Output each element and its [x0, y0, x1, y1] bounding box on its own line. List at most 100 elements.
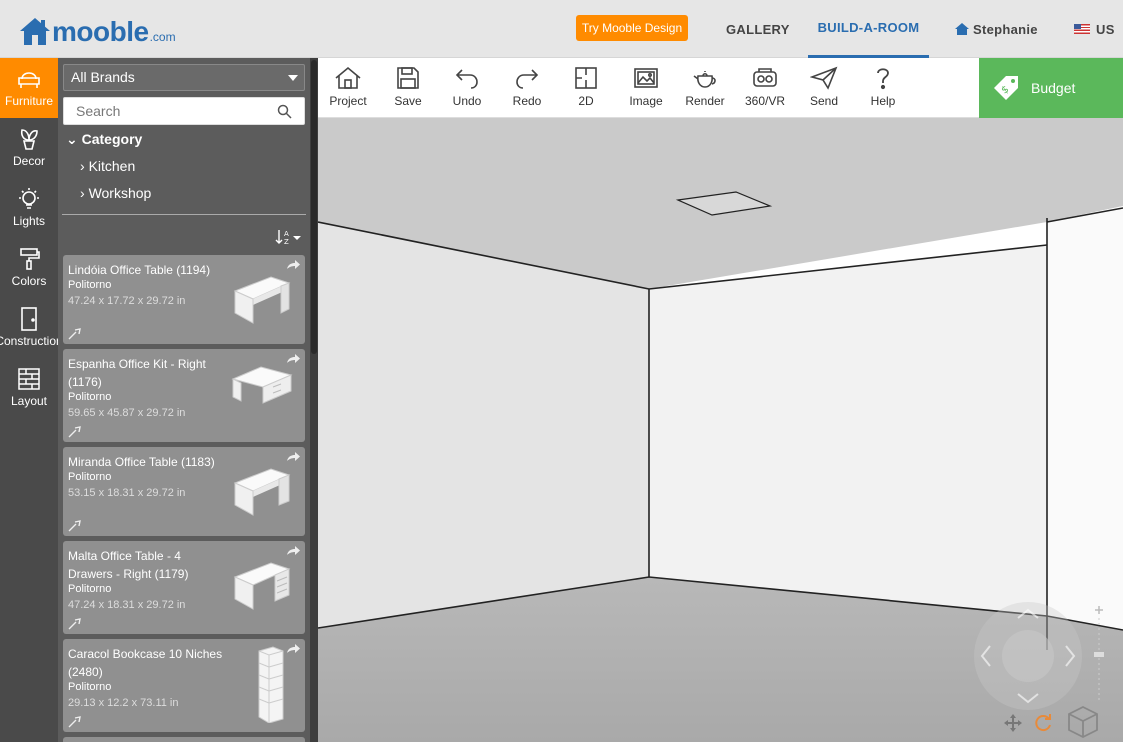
leftnav-label: Colors	[11, 274, 47, 288]
wrench-icon	[68, 618, 81, 630]
toolbar-label: 360/VR	[744, 94, 786, 108]
category-label: Category	[81, 131, 143, 147]
camera-joystick[interactable]	[974, 602, 1082, 710]
wrench-icon	[68, 520, 81, 532]
picture-icon	[634, 68, 658, 88]
catalog-scrollbar[interactable]	[310, 58, 318, 742]
product-dimensions: 29.13 x 12.2 x 73.11 in	[68, 697, 179, 709]
teapot-icon	[693, 71, 716, 88]
redo-icon	[516, 69, 539, 89]
wrench-icon	[68, 716, 81, 728]
chevron-down-icon: ⌄	[66, 131, 78, 147]
leftnav-construction[interactable]: Construction	[0, 298, 63, 358]
category-item-workshop[interactable]: › Workshop	[80, 185, 151, 201]
sort-az-icon[interactable]: A Z	[275, 228, 303, 246]
product-card[interactable]: Malta Office Table - 4 Drawers - Right (…	[63, 541, 305, 634]
user-menu[interactable]: Stephanie	[954, 0, 1038, 58]
toolbar-label: Save	[394, 94, 422, 108]
vr-360-button[interactable]: 360/VR	[737, 58, 793, 118]
product-dimensions: 53.15 x 18.31 x 29.72 in	[68, 487, 186, 499]
floor-plan-icon	[575, 67, 597, 89]
country-code: US	[1096, 21, 1115, 37]
product-brand: Politorno	[68, 471, 112, 483]
house-logo-icon	[20, 18, 50, 45]
office-table-thumbnail	[233, 276, 291, 324]
catalog-divider	[62, 214, 306, 215]
category-item-label: Kitchen	[88, 158, 136, 174]
category-header[interactable]: ⌄ Category	[66, 131, 142, 148]
floppy-save-icon	[397, 67, 419, 89]
search-input[interactable]	[64, 98, 264, 124]
save-button[interactable]: Save	[380, 58, 436, 118]
leftnav-decor[interactable]: Decor	[0, 118, 58, 178]
wrench-icon	[68, 328, 81, 340]
product-brand: Politorno	[68, 279, 112, 291]
product-card[interactable]: Caracol Bookcase 10 Niches (2480) Polito…	[63, 639, 305, 732]
nav-build-a-room[interactable]: BUILD-A-ROOM	[808, 0, 929, 58]
chevron-down-icon	[288, 75, 298, 81]
category-item-kitchen[interactable]: › Kitchen	[80, 158, 135, 174]
render-button[interactable]: Render	[677, 58, 733, 118]
leftnav-label: Lights	[12, 214, 46, 228]
pan-move-icon[interactable]	[1003, 713, 1023, 733]
user-name: Stephanie	[973, 21, 1038, 37]
rotate-icon[interactable]	[1033, 713, 1053, 733]
search-box[interactable]	[63, 97, 305, 125]
product-card[interactable]: Espanha Office Kit - Right (1176) Polito…	[63, 349, 305, 442]
product-card[interactable]: Lindóia Office Table (1194) Politorno 47…	[63, 255, 305, 344]
undo-button[interactable]: Undo	[439, 58, 495, 118]
chevron-right-icon: ›	[80, 158, 85, 174]
send-button[interactable]: Send	[796, 58, 852, 118]
product-brand: Politorno	[68, 681, 112, 693]
toolbar-label: 2D	[578, 94, 594, 108]
search-icon[interactable]	[277, 104, 292, 119]
armchair-icon	[18, 72, 40, 88]
door-icon	[21, 307, 37, 331]
bulb-icon	[19, 188, 39, 209]
office-table-drawers-thumbnail	[233, 562, 291, 610]
product-card[interactable]: Miranda Office Table (1183) Politorno 53…	[63, 447, 305, 536]
leftnav-colors[interactable]: Colors	[0, 238, 58, 298]
nav-gallery[interactable]: GALLERY	[726, 0, 790, 58]
country-selector[interactable]: US	[1074, 0, 1115, 58]
3d-cube-view-icon[interactable]	[1066, 705, 1100, 739]
paint-roller-icon	[20, 248, 40, 270]
question-mark-icon	[877, 68, 889, 90]
brand-select[interactable]: All Brands	[63, 64, 305, 91]
budget-button[interactable]: $ Budget	[979, 58, 1123, 118]
category-item-label: Workshop	[88, 185, 152, 201]
svg-text:A: A	[284, 230, 289, 238]
leftnav-layout[interactable]: Layout	[0, 358, 58, 418]
leftnav-label: Layout	[10, 394, 48, 408]
toolbar-label: Project	[329, 94, 367, 108]
leftnav-label: Construction	[0, 334, 63, 348]
product-card[interactable]	[63, 737, 305, 742]
help-button[interactable]: Help	[855, 58, 911, 118]
product-dimensions: 47.24 x 17.72 x 29.72 in	[68, 295, 186, 307]
redo-button[interactable]: Redo	[499, 58, 555, 118]
office-kit-thumbnail	[231, 366, 293, 404]
share-arrow-icon[interactable]	[286, 644, 300, 654]
office-table-thumbnail	[233, 468, 291, 516]
bookcase-thumbnail	[258, 646, 284, 723]
house-icon	[335, 66, 361, 89]
toolbar-label: Send	[809, 94, 839, 108]
project-button[interactable]: Project	[320, 58, 376, 118]
wrench-icon	[68, 426, 81, 438]
leftnav-furniture[interactable]: Furniture	[0, 58, 58, 118]
vr-goggles-icon	[753, 68, 777, 87]
leftnav-lights[interactable]: Lights	[0, 178, 58, 238]
scrollbar-thumb[interactable]	[311, 60, 317, 354]
image-button[interactable]: Image	[618, 58, 674, 118]
us-flag-icon	[1074, 24, 1090, 34]
price-tag-icon: $	[994, 76, 1018, 100]
try-mooble-design-button[interactable]: Try Mooble Design	[576, 15, 688, 41]
view-2d-button[interactable]: 2D	[558, 58, 614, 118]
toolbar-label: Render	[685, 94, 725, 108]
product-brand: Politorno	[68, 391, 112, 403]
home-icon	[955, 23, 969, 35]
toolbar-label: Image	[629, 94, 663, 108]
mooble-logo[interactable]: mooble .com	[18, 12, 176, 46]
zoom-slider[interactable]	[1092, 604, 1106, 704]
logo-domain: .com	[149, 30, 176, 44]
